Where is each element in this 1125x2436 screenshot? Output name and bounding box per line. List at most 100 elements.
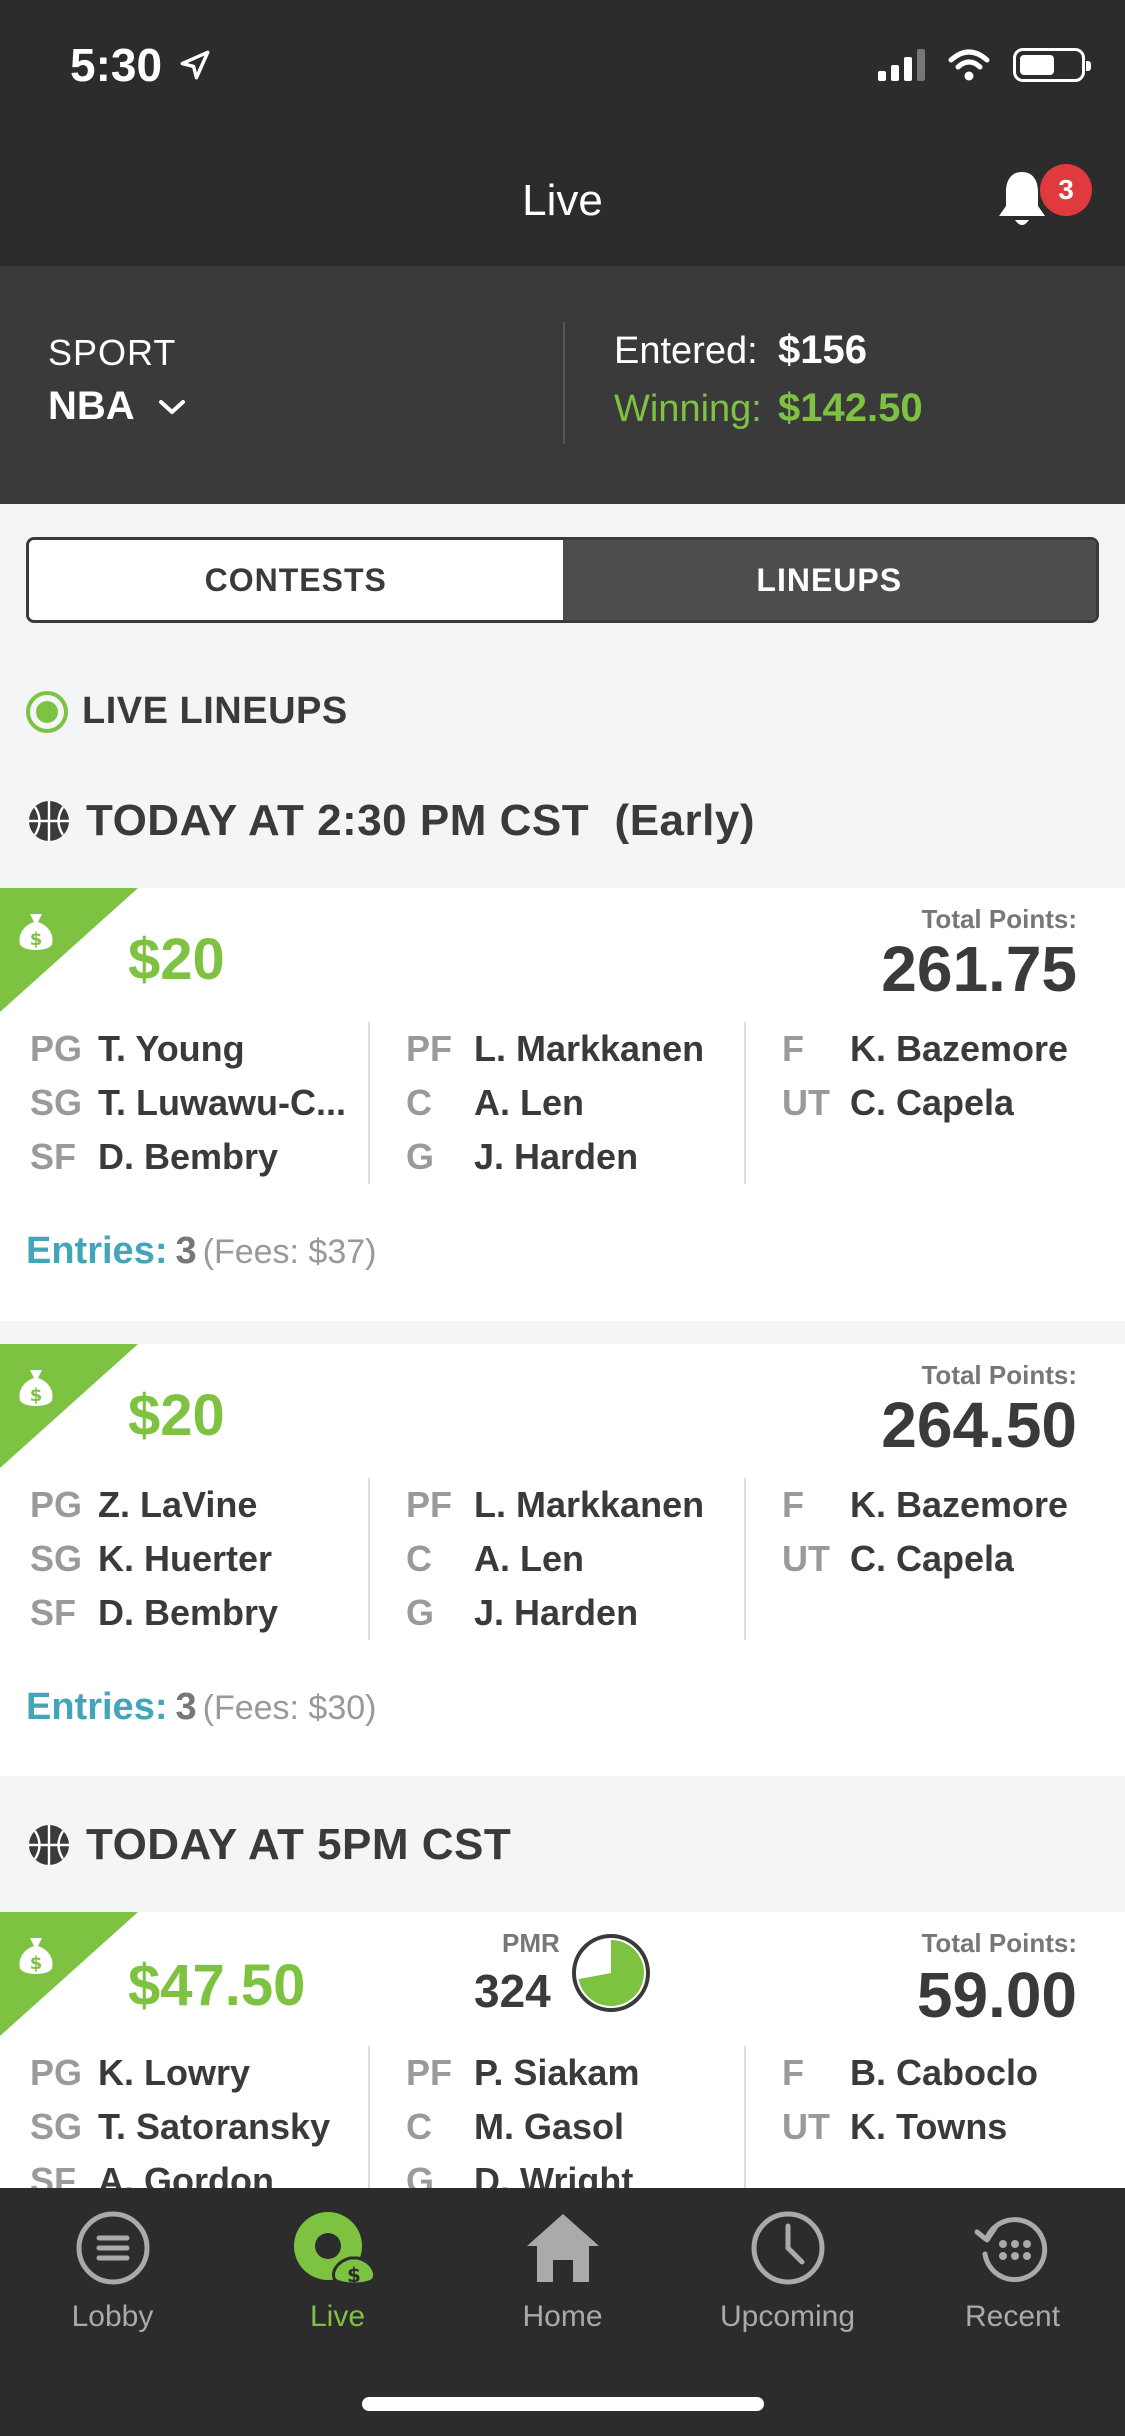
tab-label: Lobby bbox=[71, 2300, 154, 2333]
player-name: L. Markkanen bbox=[474, 1028, 705, 1069]
total-points-label: Total Points: bbox=[921, 1928, 1077, 1958]
lineup-players: PG K. Lowry SG T. Satoransky SF A. Gordon P… bbox=[0, 2046, 1125, 2188]
tab-live[interactable]: $ Live bbox=[225, 2188, 450, 2368]
player-name: D. Bembry bbox=[98, 1592, 279, 1633]
entries-summary[interactable]: Entries: 3 (Fees: $37) bbox=[26, 1230, 376, 1273]
lineup-card[interactable]: $ $20 Total Points: 261.75 PG T. Young SG… bbox=[0, 888, 1125, 1321]
player-position: SF bbox=[30, 2160, 77, 2188]
notification-badge[interactable]: 3 bbox=[1040, 164, 1092, 216]
player-position: SG bbox=[30, 1538, 83, 1579]
player-row: PG Z. LaVine bbox=[30, 1478, 368, 1532]
player-row: F B. Caboclo bbox=[782, 2046, 1125, 2100]
player-name: B. Caboclo bbox=[850, 2052, 1039, 2093]
player-name: K. Lowry bbox=[98, 2052, 251, 2093]
entries-count: 3 bbox=[175, 1230, 197, 1272]
home-icon bbox=[526, 2214, 599, 2282]
player-position: G bbox=[406, 1136, 435, 1177]
player-position: SG bbox=[30, 1082, 83, 1123]
money-bag-icon: $ bbox=[19, 1938, 53, 1974]
prize-amount: $20 bbox=[128, 1383, 225, 1448]
player-name: C. Capela bbox=[850, 1082, 1015, 1123]
entries-fees: (Fees: $37) bbox=[202, 1233, 377, 1271]
lineup-card[interactable]: $ $20 Total Points: 264.50 PG Z. LaVine S… bbox=[0, 1344, 1125, 1776]
player-row: SF D. Bembry bbox=[30, 1130, 368, 1184]
player-name: J. Harden bbox=[474, 1592, 639, 1633]
clock-icon bbox=[751, 2211, 824, 2285]
player-name: K. Bazemore bbox=[850, 1484, 1069, 1525]
tab-lobby[interactable]: Lobby bbox=[0, 2188, 225, 2368]
money-bag-icon: $ bbox=[19, 1370, 53, 1406]
tab-label: Live bbox=[309, 2300, 366, 2333]
player-row: C A. Len bbox=[406, 1532, 744, 1586]
home-indicator[interactable] bbox=[362, 2397, 764, 2411]
total-points-value: 264.50 bbox=[881, 1389, 1077, 1461]
player-row: SG T. Luwawu-C... bbox=[30, 1076, 368, 1130]
entries-label: Entries: bbox=[26, 1686, 168, 1728]
player-row: C A. Len bbox=[406, 1076, 744, 1130]
player-position: C bbox=[406, 1082, 432, 1123]
status-bar: 5:30 bbox=[0, 0, 1125, 132]
tab-lineups[interactable]: LINEUPS bbox=[562, 540, 1096, 620]
status-time: 5:30 bbox=[70, 39, 163, 91]
pmr-value: 324 bbox=[474, 1965, 551, 2017]
player-name: D. Wright bbox=[474, 2160, 634, 2188]
player-name: A. Gordon bbox=[98, 2160, 274, 2188]
wifi-icon bbox=[948, 49, 990, 81]
player-row: SG K. Huerter bbox=[30, 1532, 368, 1586]
group-header: TODAY AT 2:30 PM CST (Early) bbox=[26, 796, 755, 846]
battery-icon bbox=[1013, 48, 1091, 82]
live-money-icon: $ bbox=[293, 2212, 376, 2287]
group-header: TODAY AT 5PM CST bbox=[26, 1820, 511, 1870]
live-lineups-header: LIVE LINEUPS bbox=[26, 690, 348, 733]
tab-recent[interactable]: Recent bbox=[900, 2188, 1125, 2368]
tab-contests[interactable]: CONTESTS bbox=[29, 540, 563, 620]
sport-selector[interactable]: NBA bbox=[48, 384, 187, 429]
lineup-card[interactable]: $ $47.50 PMR 324 Total Points: 59.00 PG K… bbox=[0, 1912, 1125, 2188]
player-position: PG bbox=[30, 2052, 83, 2093]
nav-bar: Live bbox=[0, 132, 1125, 266]
player-row: UT K. Towns bbox=[782, 2100, 1125, 2154]
view-segmented-control: CONTESTS LINEUPS bbox=[26, 537, 1099, 623]
cellular-signal-icon bbox=[878, 49, 925, 81]
player-name: T. Luwawu-C... bbox=[98, 1082, 346, 1123]
tab-label: Recent bbox=[964, 2300, 1061, 2333]
player-row: G J. Harden bbox=[406, 1130, 744, 1184]
tab-upcoming[interactable]: Upcoming bbox=[675, 2188, 900, 2368]
player-row: SF D. Bembry bbox=[30, 1586, 368, 1640]
summary-panel: SPORT NBA Entered: $156 Winning: $142.50 bbox=[0, 266, 1125, 504]
pmr-progress-icon bbox=[572, 1934, 650, 2012]
player-name: A. Len bbox=[474, 1082, 585, 1123]
player-column: PG T. Young SG T. Luwawu-C... SF D. Bembry bbox=[0, 1022, 370, 1184]
sport-value: NBA bbox=[48, 384, 135, 428]
tab-home[interactable]: Home bbox=[450, 2188, 675, 2368]
player-row: G D. Wright bbox=[406, 2154, 744, 2188]
player-row: SF A. Gordon bbox=[30, 2154, 368, 2188]
player-column: PG Z. LaVine SG K. Huerter SF D. Bembry bbox=[0, 1478, 370, 1640]
svg-text:$: $ bbox=[347, 2263, 361, 2287]
player-name: L. Markkanen bbox=[474, 1484, 705, 1525]
svg-text:$: $ bbox=[30, 929, 43, 950]
player-position: SG bbox=[30, 2106, 83, 2147]
player-row: PG T. Young bbox=[30, 1022, 368, 1076]
player-position: UT bbox=[782, 2106, 830, 2147]
basketball-icon bbox=[29, 801, 69, 841]
player-name: P. Siakam bbox=[474, 2052, 640, 2093]
svg-text:$: $ bbox=[30, 1385, 43, 1406]
pmr-label: PMR bbox=[502, 1928, 560, 1958]
entries-summary[interactable]: Entries: 3 (Fees: $30) bbox=[26, 1686, 376, 1729]
sport-label: SPORT bbox=[48, 332, 177, 373]
winning-value: $142.50 bbox=[778, 386, 923, 430]
player-row: PF L. Markkanen bbox=[406, 1478, 744, 1532]
player-name: T. Young bbox=[98, 1028, 245, 1069]
total-points-value: 261.75 bbox=[881, 933, 1077, 1005]
total-points-label: Total Points: bbox=[921, 904, 1077, 934]
chevron-down-icon bbox=[158, 399, 185, 414]
player-position: C bbox=[406, 1538, 432, 1579]
player-name: K. Towns bbox=[850, 2106, 1008, 2147]
group-title: TODAY AT 2:30 PM CST (Early) bbox=[86, 796, 755, 845]
player-name: C. Capela bbox=[850, 1538, 1015, 1579]
player-name: D. Bembry bbox=[98, 1136, 279, 1177]
player-name: J. Harden bbox=[474, 1136, 639, 1177]
player-position: PG bbox=[30, 1028, 83, 1069]
player-position: UT bbox=[782, 1082, 830, 1123]
